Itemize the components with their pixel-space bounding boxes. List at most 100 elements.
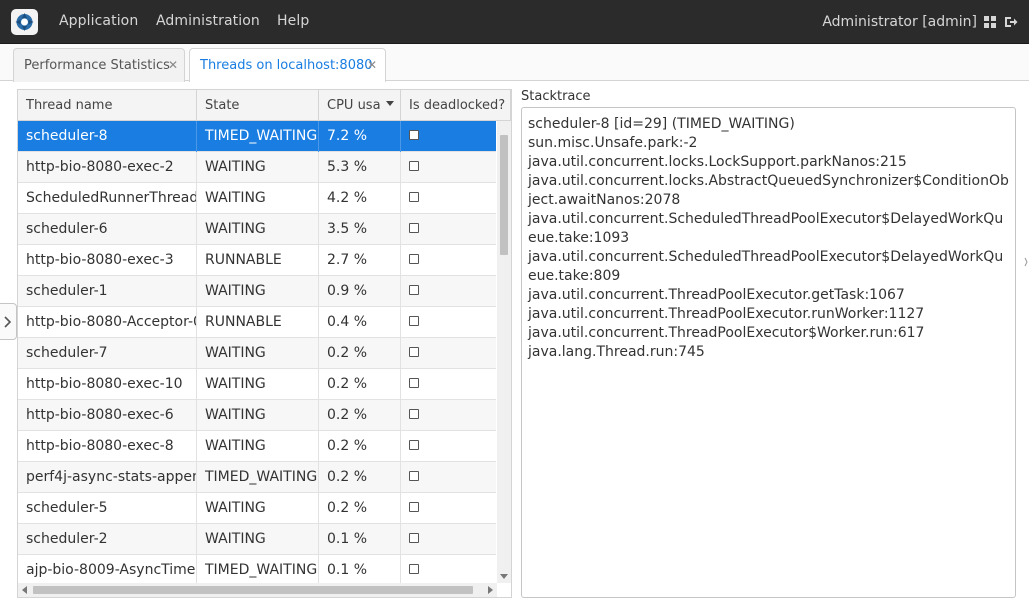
column-header-thread-name[interactable]: Thread name (18, 90, 197, 121)
cell-thread-name: http-bio-8080-exec-8 (18, 431, 197, 462)
menu-help[interactable]: Help (277, 13, 309, 29)
column-header-label: CPU usa (327, 98, 381, 113)
cell-deadlocked (401, 214, 496, 245)
menu-application[interactable]: Application (59, 13, 138, 29)
cell-cpu-usage: 5.3 % (319, 152, 401, 183)
deadlocked-checkbox[interactable] (409, 347, 419, 357)
deadlocked-checkbox[interactable] (409, 254, 419, 264)
cell-cpu-usage: 4.2 % (319, 183, 401, 214)
scroll-down-icon[interactable] (500, 574, 508, 579)
deadlocked-checkbox[interactable] (409, 192, 419, 202)
tab-threads[interactable]: Threads on localhost:8080 ✕ (189, 48, 386, 82)
cell-thread-name: http-bio-8080-exec-2 (18, 152, 197, 183)
table-row[interactable]: http-bio-8080-exec-2 WAITING 5.3 % (18, 152, 496, 183)
stacktrace-line: java.util.concurrent.ScheduledThreadPool… (528, 211, 1004, 246)
column-header-deadlocked[interactable]: Is deadlocked? (401, 90, 511, 121)
deadlocked-checkbox[interactable] (409, 502, 419, 512)
close-icon[interactable]: ✕ (367, 58, 377, 72)
deadlocked-checkbox[interactable] (409, 161, 419, 171)
table-row[interactable]: scheduler-6 WAITING 3.5 % (18, 214, 496, 245)
cell-deadlocked (401, 462, 496, 493)
table-row[interactable]: perf4j-async-stats-appenderTIMED_WAITING… (18, 462, 496, 493)
splitter-handle-icon[interactable] (1023, 252, 1029, 272)
cell-deadlocked (401, 555, 496, 583)
cell-deadlocked (401, 183, 496, 214)
tab-label: Performance Statistics (24, 58, 170, 73)
stacktrace-line: java.util.concurrent.ThreadPoolExecutor.… (528, 306, 925, 322)
cell-state: WAITING (197, 524, 319, 555)
scrollbar-thumb[interactable] (500, 135, 508, 255)
logo-icon (15, 13, 34, 31)
cell-thread-name: scheduler-6 (18, 214, 197, 245)
stacktrace-line: java.util.concurrent.locks.LockSupport.p… (528, 154, 907, 170)
table-row[interactable]: scheduler-8 TIMED_WAITING 7.2 % (18, 121, 496, 152)
deadlocked-checkbox[interactable] (409, 130, 419, 140)
cell-state: RUNNABLE (197, 307, 319, 338)
stacktrace-line: scheduler-8 [id=29] (TIMED_WAITING) (528, 116, 795, 132)
cell-cpu-usage: 7.2 % (319, 121, 401, 152)
stacktrace-textarea[interactable]: scheduler-8 [id=29] (TIMED_WAITING) sun.m… (521, 107, 1016, 598)
cell-deadlocked (401, 524, 496, 555)
menu-administration[interactable]: Administration (156, 13, 260, 29)
cell-cpu-usage: 0.1 % (319, 524, 401, 555)
cell-cpu-usage: 2.7 % (319, 245, 401, 276)
table-row[interactable]: http-bio-8080-exec-8 WAITING 0.2 % (18, 431, 496, 462)
horizontal-scrollbar[interactable] (18, 583, 497, 597)
cell-thread-name: http-bio-8080-exec-3 (18, 245, 197, 276)
stacktrace-line: java.util.concurrent.ScheduledThreadPool… (528, 249, 1004, 284)
deadlocked-checkbox[interactable] (409, 533, 419, 543)
scroll-right-icon[interactable] (488, 586, 493, 594)
scroll-left-icon[interactable] (22, 586, 27, 594)
column-header-state[interactable]: State (197, 90, 319, 121)
tab-label: Threads on localhost:8080 (200, 58, 373, 73)
table-row[interactable]: scheduler-5 WAITING 0.2 % (18, 493, 496, 524)
stacktrace-line: java.util.concurrent.locks.AbstractQueue… (528, 173, 1009, 208)
cell-deadlocked (401, 245, 496, 276)
table-row[interactable]: http-bio-8080-Acceptor-0 RUNNABLE 0.4 % (18, 307, 496, 338)
deadlocked-checkbox[interactable] (409, 409, 419, 419)
table-row[interactable]: http-bio-8080-exec-10 WAITING 0.2 % (18, 369, 496, 400)
app-logo[interactable] (11, 9, 38, 35)
threads-grid[interactable]: Thread name State CPU usa Is deadlocked?… (17, 89, 512, 598)
table-row[interactable]: ScheduledRunnerThread WAITING 4.2 % (18, 183, 496, 214)
column-header-cpu-usage[interactable]: CPU usa (319, 90, 401, 121)
side-panel-toggle[interactable] (0, 303, 17, 340)
tab-performance-statistics[interactable]: Performance Statistics ✕ (13, 48, 185, 82)
table-row[interactable]: scheduler-1 WAITING 0.9 % (18, 276, 496, 307)
vertical-scrollbar[interactable] (497, 121, 511, 583)
cell-thread-name: ScheduledRunnerThread (18, 183, 197, 214)
deadlocked-checkbox[interactable] (409, 564, 419, 574)
cell-deadlocked (401, 307, 496, 338)
close-icon[interactable]: ✕ (168, 58, 178, 72)
deadlocked-checkbox[interactable] (409, 378, 419, 388)
table-row[interactable]: http-bio-8080-exec-3 RUNNABLE 2.7 % (18, 245, 496, 276)
user-label[interactable]: Administrator [admin] (822, 14, 977, 30)
table-row[interactable]: scheduler-2 WAITING 0.1 % (18, 524, 496, 555)
cell-thread-name: scheduler-5 (18, 493, 197, 524)
cell-cpu-usage: 0.2 % (319, 369, 401, 400)
table-row[interactable]: ajp-bio-8009-AsyncTimeoutTIMED_WAITING0.… (18, 555, 496, 583)
logout-icon[interactable] (1004, 15, 1018, 29)
table-row[interactable]: http-bio-8080-exec-6 WAITING 0.2 % (18, 400, 496, 431)
cell-thread-name: perf4j-async-stats-appender (18, 462, 197, 493)
scrollbar-thumb[interactable] (33, 586, 473, 594)
deadlocked-checkbox[interactable] (409, 440, 419, 450)
cell-cpu-usage: 0.2 % (319, 338, 401, 369)
cell-thread-name: scheduler-2 (18, 524, 197, 555)
table-row[interactable]: scheduler-7 WAITING 0.2 % (18, 338, 496, 369)
cell-state: WAITING (197, 276, 319, 307)
cell-thread-name: scheduler-8 (18, 121, 197, 152)
cell-state: TIMED_WAITING (197, 121, 319, 152)
deadlocked-checkbox[interactable] (409, 471, 419, 481)
cell-state: WAITING (197, 338, 319, 369)
cell-cpu-usage: 0.2 % (319, 400, 401, 431)
cell-thread-name: http-bio-8080-exec-6 (18, 400, 197, 431)
cell-state: WAITING (197, 214, 319, 245)
deadlocked-checkbox[interactable] (409, 316, 419, 326)
stacktrace-line: java.lang.Thread.run:745 (528, 344, 705, 360)
grid-icon[interactable] (983, 15, 997, 29)
cell-cpu-usage: 0.2 % (319, 431, 401, 462)
cell-thread-name: http-bio-8080-Acceptor-0 (18, 307, 197, 338)
deadlocked-checkbox[interactable] (409, 223, 419, 233)
deadlocked-checkbox[interactable] (409, 285, 419, 295)
